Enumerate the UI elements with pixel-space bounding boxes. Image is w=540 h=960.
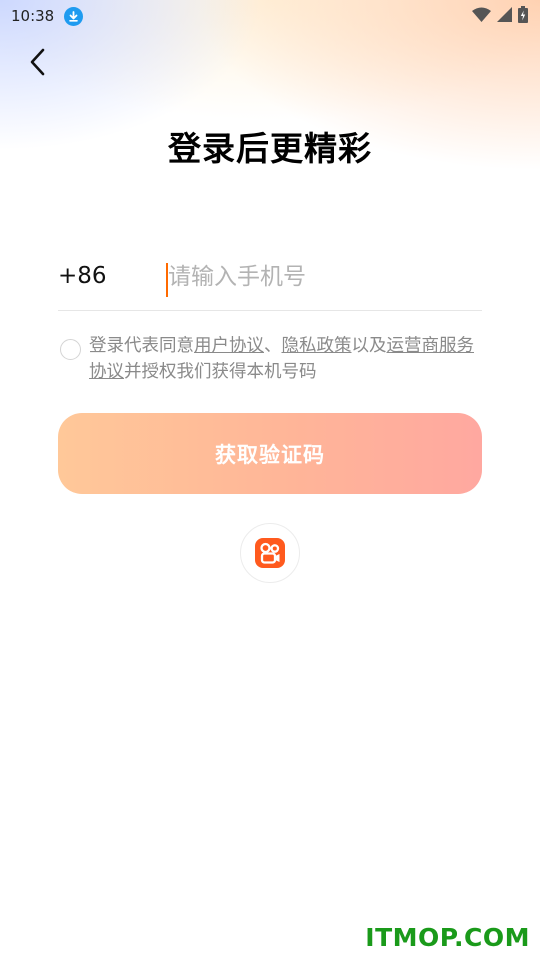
- agreement-row: 登录代表同意用户协议、隐私政策以及运营商服务协议并授权我们获得本机号码: [58, 333, 482, 385]
- kuaishou-logo-icon: [255, 538, 285, 568]
- phone-number-input[interactable]: [166, 264, 482, 290]
- header-gradient: [0, 0, 540, 240]
- agreement-conjunction: 以及: [351, 336, 387, 356]
- country-code[interactable]: +86: [58, 261, 166, 289]
- watermark: ITMOP.COM: [365, 923, 530, 952]
- signal-icon: [497, 6, 512, 26]
- agreement-suffix: 并授权我们获得本机号码: [124, 362, 317, 382]
- page-title: 登录后更精彩: [168, 129, 372, 168]
- agreement-text: 登录代表同意用户协议、隐私政策以及运营商服务协议并授权我们获得本机号码: [89, 333, 482, 385]
- agreement-separator: 、: [264, 336, 282, 356]
- phone-input-row: +86: [58, 240, 482, 311]
- battery-charging-icon: [518, 5, 528, 27]
- get-verification-code-button[interactable]: 获取验证码: [58, 413, 482, 494]
- wifi-icon: [472, 7, 491, 26]
- text-caret: [166, 263, 168, 297]
- phone-input-wrapper: [166, 255, 482, 297]
- agreement-prefix: 登录代表同意: [89, 336, 194, 356]
- agreement-checkbox[interactable]: [60, 339, 81, 360]
- status-time: 10:38: [11, 7, 55, 25]
- privacy-policy-link[interactable]: 隐私政策: [282, 336, 352, 356]
- user-agreement-link[interactable]: 用户协议: [194, 336, 264, 356]
- kuaishou-login-button[interactable]: [240, 523, 300, 583]
- download-icon: [64, 6, 84, 26]
- status-bar: 10:38: [0, 0, 540, 32]
- chevron-left-icon: [30, 48, 45, 76]
- back-button[interactable]: [20, 44, 56, 80]
